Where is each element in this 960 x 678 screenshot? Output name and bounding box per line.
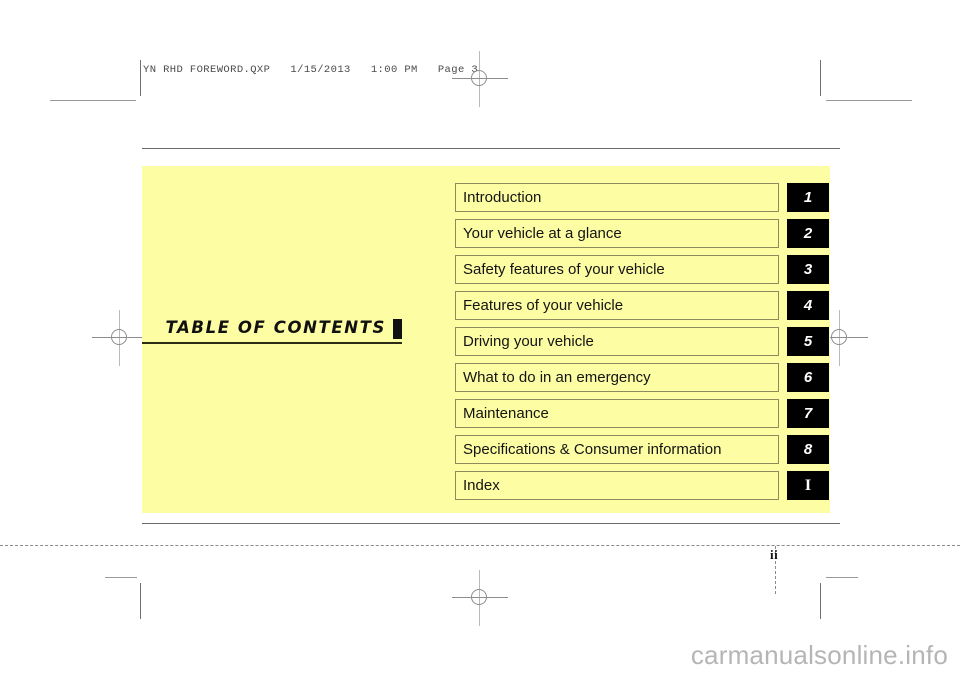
registration-mark-bottom [452, 570, 508, 626]
crop-mark-bottom-left-horizontal [105, 577, 137, 578]
toc-entry-label[interactable]: Your vehicle at a glance [455, 219, 779, 248]
header-rule [142, 148, 840, 149]
manual-page: YN RHD FOREWORD.QXP 1/15/2013 1:00 PM Pa… [0, 0, 960, 678]
prepress-header-text: YN RHD FOREWORD.QXP 1/15/2013 1:00 PM Pa… [143, 64, 479, 76]
toc-entry-tab[interactable]: 1 [787, 183, 829, 212]
crop-mark-bottom-right-horizontal [826, 577, 858, 578]
toc-entry-label[interactable]: What to do in an emergency [455, 363, 779, 392]
site-watermark: carmanualsonline.info [690, 640, 948, 670]
title-underline [142, 342, 402, 344]
toc-entry-label[interactable]: Features of your vehicle [455, 291, 779, 320]
crop-mark-top-left-vertical [140, 60, 141, 96]
registration-mark-top [452, 51, 508, 107]
toc-entry-tab[interactable]: 2 [787, 219, 829, 248]
toc-entry-tab[interactable]: 6 [787, 363, 829, 392]
title-square-icon [393, 319, 402, 339]
page-number: ii [770, 547, 779, 562]
crop-mark-top-left-horizontal [50, 100, 136, 101]
page-title-block: TABLE OF CONTENTS [142, 318, 402, 358]
toc-entry-tab[interactable]: 5 [787, 327, 829, 356]
toc-entry-tab[interactable]: 4 [787, 291, 829, 320]
toc-entry-label[interactable]: Specifications & Consumer information [455, 435, 779, 464]
toc-entry-label[interactable]: Maintenance [455, 399, 779, 428]
toc-entry-tab[interactable]: 8 [787, 435, 829, 464]
page-title: TABLE OF CONTENTS [165, 318, 386, 337]
crop-mark-top-right-vertical [820, 60, 821, 96]
toc-entry-label[interactable]: Introduction [455, 183, 779, 212]
trim-line-horizontal [0, 545, 960, 546]
toc-entry-tab[interactable]: 3 [787, 255, 829, 284]
list-item[interactable]: Safety features of your vehicle 3 [455, 255, 830, 284]
toc-entry-tab[interactable]: 7 [787, 399, 829, 428]
crop-mark-bottom-right-vertical [820, 583, 821, 619]
list-item[interactable]: Index I [455, 471, 830, 500]
crop-mark-bottom-left-vertical [140, 583, 141, 619]
list-item[interactable]: Maintenance 7 [455, 399, 830, 428]
toc-entry-label[interactable]: Driving your vehicle [455, 327, 779, 356]
list-item[interactable]: Introduction 1 [455, 183, 830, 212]
footer-rule [142, 523, 840, 524]
crop-mark-top-right-horizontal [826, 100, 912, 101]
list-item[interactable]: What to do in an emergency 6 [455, 363, 830, 392]
list-item[interactable]: Specifications & Consumer information 8 [455, 435, 830, 464]
toc-entry-label[interactable]: Index [455, 471, 779, 500]
list-item[interactable]: Your vehicle at a glance 2 [455, 219, 830, 248]
table-of-contents-list: Introduction 1 Your vehicle at a glance … [455, 183, 830, 507]
toc-entry-tab[interactable]: I [787, 471, 829, 500]
toc-entry-label[interactable]: Safety features of your vehicle [455, 255, 779, 284]
registration-mark-left [92, 310, 148, 366]
list-item[interactable]: Features of your vehicle 4 [455, 291, 830, 320]
list-item[interactable]: Driving your vehicle 5 [455, 327, 830, 356]
